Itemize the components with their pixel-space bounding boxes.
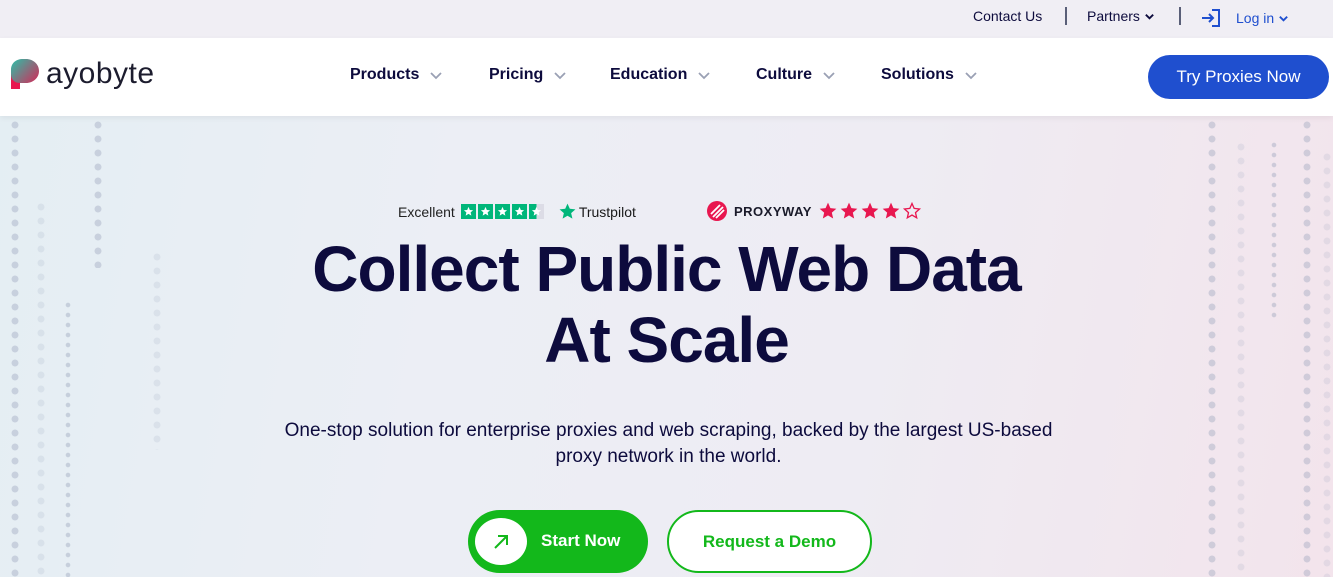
star-icon (477, 204, 493, 219)
hero-title-line: At Scale (544, 304, 790, 376)
nav-solutions-label: Solutions (881, 66, 954, 83)
star-icon (861, 202, 879, 219)
chevron-down-icon (1145, 13, 1154, 20)
proxyway-stars (818, 201, 922, 221)
login-label: Log in (1236, 10, 1275, 26)
logo-text: ayobyte (46, 57, 155, 90)
chevron-down-icon (554, 72, 566, 80)
arrow-circle (475, 518, 527, 565)
contact-us-link[interactable]: Contact Us (973, 8, 1042, 24)
nav-pricing[interactable]: Pricing (489, 66, 567, 84)
login-icon (1202, 9, 1220, 27)
trustpilot-star-icon (559, 203, 576, 219)
half-star-icon (528, 204, 544, 219)
trustpilot-rating[interactable]: Excellent Trustpilot (398, 202, 636, 221)
chevron-down-icon (430, 72, 442, 80)
proxyway-label: PROXYWAY (734, 203, 812, 219)
hero-subtitle-line: One-stop solution for enterprise proxies… (284, 420, 1053, 441)
nav-solutions[interactable]: Solutions (881, 66, 978, 84)
partners-menu[interactable]: Partners (1087, 8, 1155, 24)
star-icon (882, 202, 900, 219)
star-icon (840, 202, 858, 219)
trustpilot-stars (460, 204, 544, 219)
hero-subtitle-line: proxy network in the world. (555, 446, 782, 467)
ratings-row: Excellent Trustpilot PROXYWAY (0, 200, 1333, 224)
star-icon (494, 204, 510, 219)
start-now-button[interactable]: Start Now (468, 510, 648, 573)
start-now-label: Start Now (541, 531, 621, 550)
contact-us-label: Contact Us (973, 8, 1043, 24)
chevron-down-icon (823, 72, 835, 80)
trustpilot-label: Excellent (398, 203, 455, 220)
request-demo-button[interactable]: Request a Demo (667, 510, 872, 573)
rayobyte-logo-icon (11, 59, 39, 89)
nav-pricing-label: Pricing (489, 66, 544, 83)
hero-title-line: Collect Public Web Data (312, 233, 1021, 305)
proxyway-rating[interactable]: PROXYWAY (706, 200, 922, 222)
login-menu[interactable]: Log in (1200, 8, 1289, 28)
chevron-down-icon (1279, 15, 1288, 22)
main-header: ayobyte Products Pricing Education Cultu… (0, 38, 1333, 116)
chevron-down-icon (965, 72, 977, 80)
proxyway-logo-icon (707, 201, 727, 221)
nav-education[interactable]: Education (610, 66, 711, 84)
nav-products[interactable]: Products (350, 66, 443, 84)
try-proxies-button[interactable]: Try Proxies Now (1148, 55, 1329, 99)
nav-culture-label: Culture (756, 66, 812, 83)
star-icon (511, 204, 527, 219)
star-icon (819, 202, 837, 219)
divider (1065, 7, 1067, 25)
hero-subtitle: One-stop solution for enterprise proxies… (266, 418, 1071, 470)
nav-products-label: Products (350, 66, 420, 83)
empty-star-icon (902, 201, 921, 220)
logo[interactable]: ayobyte (8, 56, 155, 92)
partners-label: Partners (1087, 8, 1140, 24)
arrow-up-right-icon (494, 534, 508, 549)
star-icon (460, 204, 476, 219)
nav-education-label: Education (610, 66, 688, 83)
divider (1179, 7, 1181, 25)
hero-title: Collect Public Web Data At Scale (0, 234, 1333, 376)
trustpilot-brand-label: Trustpilot (578, 203, 636, 220)
chevron-down-icon (698, 72, 710, 80)
trustpilot-brand: Trustpilot (558, 202, 636, 221)
top-utility-bar: Contact Us Partners Log in (0, 0, 1333, 38)
nav-culture[interactable]: Culture (756, 66, 836, 84)
